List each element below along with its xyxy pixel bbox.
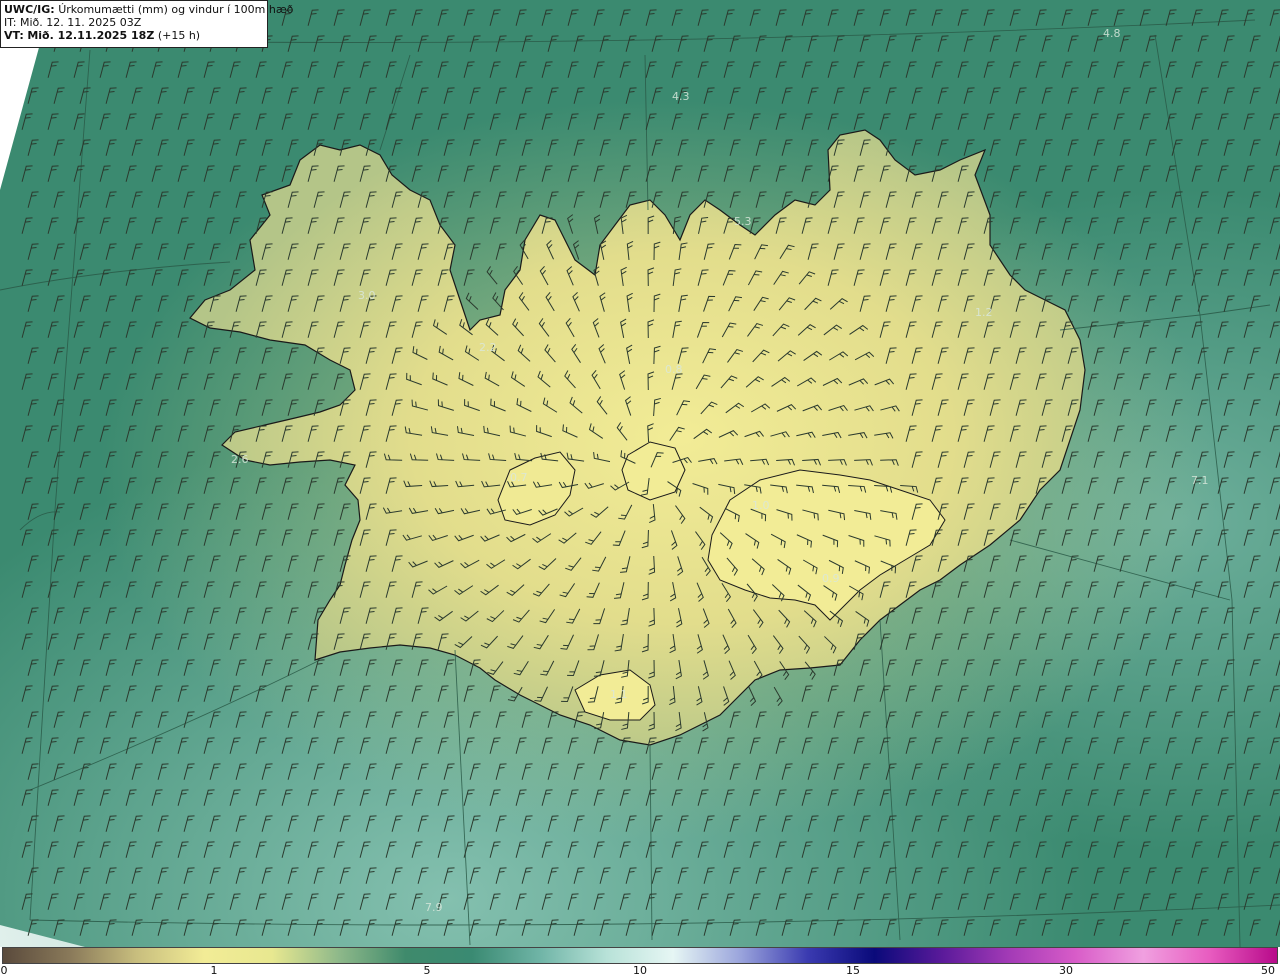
contour-label: 4.8 [1103, 27, 1121, 40]
contour-label: 2.2 [479, 341, 497, 354]
issue-time: IT: Mið. 12. 11. 2025 03Z [4, 16, 142, 29]
contour-label: 1.1 [610, 688, 628, 701]
contour-label: 3.0 [358, 289, 376, 302]
legend-tick-label: 50 [1261, 964, 1275, 977]
contour-label: 0.9 [822, 572, 840, 585]
valid-prefix: VT: [4, 29, 24, 42]
legend-tick-label: 10 [633, 964, 647, 977]
legend-tick-label: 30 [1059, 964, 1073, 977]
model-name: UWC/IG: [4, 3, 55, 16]
contour-label: 1.2 [975, 306, 993, 319]
precipitation-wind-map: 4.8 4.3 5.3 3.0 2.2 2.6 1.0 7.1 7.9 0.8 … [0, 0, 1280, 947]
contour-label: 7.9 [425, 901, 443, 914]
contour-label: 2.6 [231, 453, 249, 466]
product-name: Úrkomumætti (mm) og vindur í 100m hæð [58, 3, 294, 16]
contour-label: 0.8 [665, 363, 683, 376]
map-info-box: UWC/IG: Úrkomumætti (mm) og vindur í 100… [0, 0, 293, 48]
contour-label: 1.0 [752, 499, 770, 512]
valid-offset: (+15 h) [157, 29, 201, 42]
legend-tick-label: 15 [846, 964, 860, 977]
contour-label: 7.1 [1191, 474, 1209, 487]
valid-time-line: VT: Mið. 12.11.2025 18Z (+15 h) [4, 29, 264, 42]
legend-color-bar [2, 947, 1278, 964]
legend-tick-label: 0 [0, 964, 8, 977]
contour-label: 4.3 [672, 90, 690, 103]
contour-label: 0.7 [510, 471, 528, 484]
legend-tick-label: 5 [423, 964, 431, 977]
precipitation-legend: 0 1 5 10 15 30 50 [0, 947, 1280, 978]
legend-tick-label: 1 [210, 964, 218, 977]
contour-label: 5.3 [734, 215, 752, 228]
product-title-line: UWC/IG: Úrkomumætti (mm) og vindur í 100… [4, 3, 293, 16]
valid-time: Mið. 12.11.2025 18Z [27, 29, 155, 42]
